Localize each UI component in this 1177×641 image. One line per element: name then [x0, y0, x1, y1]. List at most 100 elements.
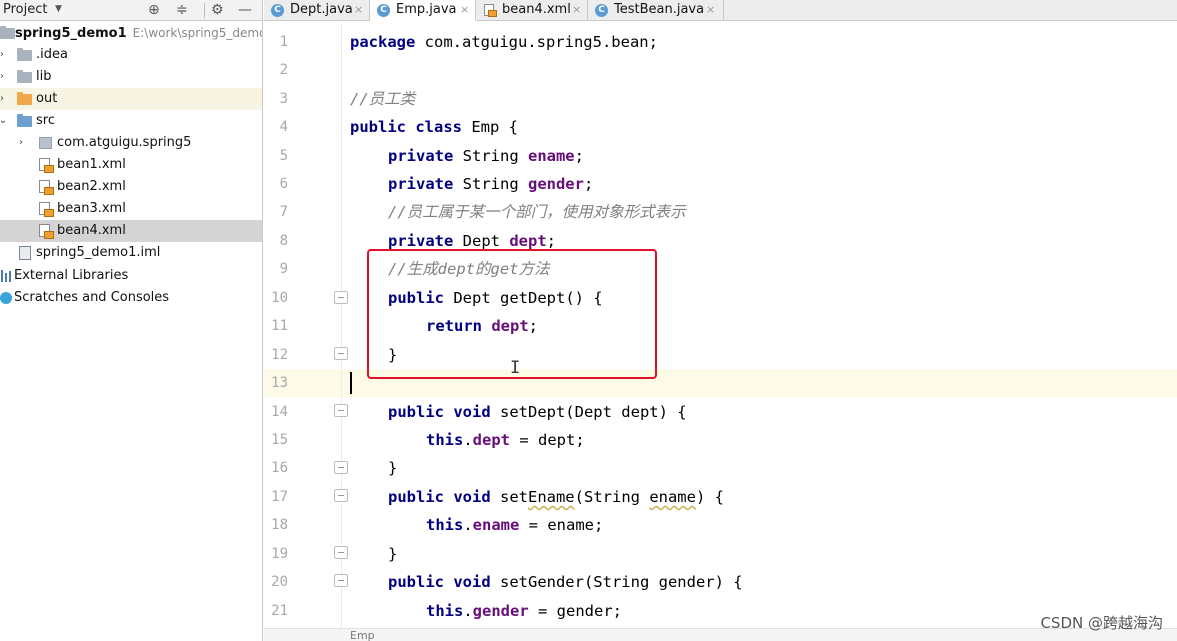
project-path: E:\work\spring5_demo1 [132, 26, 263, 40]
tree-item-src[interactable]: ⌄ src [0, 110, 262, 132]
tree-item-bean3[interactable]: bean3.xml [0, 198, 262, 220]
project-panel: Project ▼ ⊕ ≑ ⚙ — ⌄ spring5_demo1 E:\work… [0, 0, 263, 641]
chevron-right-icon[interactable]: › [0, 66, 7, 88]
excluded-folder-icon [17, 92, 32, 105]
tree-item-label: External Libraries [14, 268, 129, 283]
tree-item-label: out [36, 91, 58, 106]
tree-item-iml[interactable]: spring5_demo1.iml [0, 242, 262, 264]
tab-testbean-java[interactable]: C TestBean.java × [588, 0, 724, 21]
text-caret [350, 372, 352, 394]
editor-tab-bar: C Dept.java × C Emp.java × bean4.xml × C… [264, 0, 1177, 21]
tree-item-bean1[interactable]: bean1.xml [0, 154, 262, 176]
java-class-icon: C [595, 4, 608, 17]
tree-item-lib[interactable]: › lib [0, 66, 262, 88]
mouse-ibeam-cursor-icon: I [510, 358, 521, 378]
tree-item-out[interactable]: › out [0, 88, 262, 110]
code-line: public void setGender(String gender) { [388, 573, 743, 591]
line-number: 8 [279, 233, 288, 249]
code-comment: //员工类 [350, 90, 416, 108]
folder-icon [0, 26, 15, 39]
fold-marker-icon[interactable] [334, 347, 348, 360]
locate-icon[interactable]: ⊕ [148, 1, 160, 19]
scratches-icon [0, 292, 12, 304]
tab-dept-java[interactable]: C Dept.java × [264, 0, 370, 21]
xml-file-icon [484, 4, 497, 17]
fold-marker-icon[interactable] [334, 574, 348, 587]
module-file-icon [19, 246, 31, 260]
chevron-down-icon[interactable]: ⌄ [0, 110, 8, 132]
tree-item-package[interactable]: › com.atguigu.spring5 [0, 132, 262, 154]
project-view-selector[interactable]: Project [3, 2, 47, 17]
line-number: 13 [271, 375, 288, 391]
xml-file-icon [39, 202, 54, 217]
chevron-right-icon[interactable]: › [0, 44, 7, 66]
chevron-down-icon[interactable]: ▼ [55, 4, 62, 14]
line-number: 4 [279, 119, 288, 135]
code-line: this.gender = gender; [426, 602, 622, 620]
tree-item-bean2[interactable]: bean2.xml [0, 176, 262, 198]
close-icon[interactable]: × [572, 0, 581, 20]
code-line: } [388, 545, 398, 563]
project-panel-header: Project ▼ ⊕ ≑ ⚙ — [0, 0, 262, 21]
tree-item-external-libraries[interactable]: External Libraries [0, 265, 262, 287]
collapse-icon[interactable]: ≑ [176, 1, 188, 19]
folder-icon [17, 70, 32, 83]
java-class-icon: C [377, 4, 390, 17]
minimize-icon[interactable]: — [238, 1, 252, 19]
tree-item-label: Scratches and Consoles [14, 290, 170, 305]
code-line: } [388, 459, 398, 477]
tab-bean4-xml[interactable]: bean4.xml × [476, 0, 588, 21]
tree-item-label: bean4.xml [57, 223, 126, 238]
code-line: package com.atguigu.spring5.bean; [350, 33, 658, 51]
code-line: public void setDept(Dept dept) { [388, 403, 687, 421]
line-number: 14 [271, 404, 288, 420]
source-folder-icon [17, 114, 32, 127]
tree-item-label: bean3.xml [57, 201, 126, 216]
xml-file-icon [39, 224, 54, 239]
line-number: 17 [271, 489, 288, 505]
tree-item-idea[interactable]: › .idea [0, 44, 262, 66]
watermark: CSDN @跨越海沟 [1040, 614, 1163, 632]
line-number: 20 [271, 574, 288, 590]
close-icon[interactable]: × [354, 0, 363, 20]
tree-item-label: spring5_demo1.iml [36, 245, 161, 260]
tab-label: Emp.java [396, 2, 457, 17]
line-number: 21 [271, 603, 288, 619]
gear-icon[interactable]: ⚙ [211, 1, 224, 19]
line-number: 11 [271, 318, 288, 334]
folder-icon [17, 48, 32, 61]
chevron-right-icon[interactable]: › [0, 88, 7, 110]
fold-marker-icon[interactable] [334, 489, 348, 502]
tree-item-label: spring5_demo1 [15, 26, 127, 41]
tree-item-scratches[interactable]: Scratches and Consoles [0, 287, 262, 309]
fold-marker-icon[interactable] [334, 546, 348, 559]
tree-item-bean4[interactable]: bean4.xml [0, 220, 262, 242]
line-number: 19 [271, 546, 288, 562]
close-icon[interactable]: × [460, 0, 469, 20]
fold-marker-icon[interactable] [334, 461, 348, 474]
close-icon[interactable]: × [706, 0, 715, 20]
code-line: private String ename; [388, 147, 584, 165]
library-icon [0, 270, 12, 282]
code-line: this.dept = dept; [426, 431, 585, 449]
breadcrumb-item[interactable]: Emp [350, 630, 375, 641]
divider [204, 3, 205, 18]
fold-marker-icon[interactable] [334, 291, 348, 304]
fold-marker-icon[interactable] [334, 404, 348, 417]
xml-file-icon [39, 158, 54, 173]
tree-item-project-root[interactable]: ⌄ spring5_demo1E:\work\spring5_demo1 [0, 22, 262, 44]
tab-emp-java[interactable]: C Emp.java × [370, 0, 476, 21]
tree-item-label: src [36, 113, 55, 128]
line-number: 12 [271, 347, 288, 363]
code-editor[interactable]: 1 2 3 4 5 6 7 8 9 10 11 12 13 14 15 16 1… [264, 22, 1177, 641]
line-number: 1 [279, 34, 288, 50]
line-number: 15 [271, 432, 288, 448]
xml-file-icon [39, 180, 54, 195]
line-number: 16 [271, 460, 288, 476]
line-number: 10 [271, 290, 288, 306]
java-class-icon: C [271, 4, 284, 17]
line-number: 7 [279, 204, 288, 220]
code-line: private String gender; [388, 175, 594, 193]
code-line: this.ename = ename; [426, 516, 604, 534]
chevron-right-icon[interactable]: › [16, 132, 26, 154]
